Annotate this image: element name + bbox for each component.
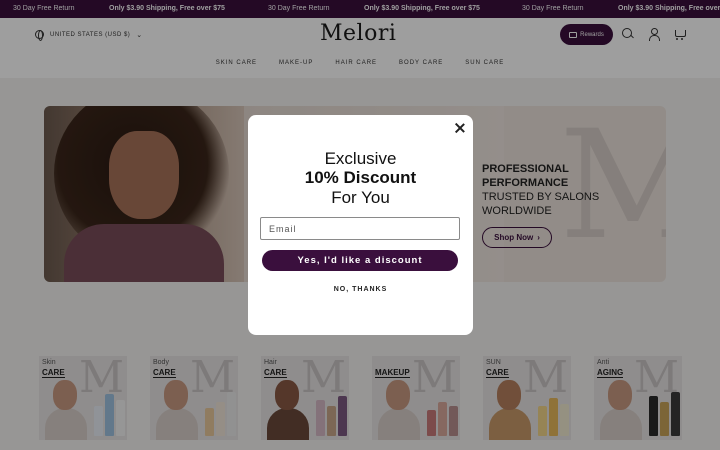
popup-heading-line3: For You: [331, 188, 390, 207]
popup-heading-line2: 10% Discount: [304, 168, 417, 187]
email-field[interactable]: [260, 217, 460, 240]
close-icon[interactable]: [454, 122, 466, 134]
discount-popup: Exclusive 10% Discount For You Yes, I'd …: [248, 115, 473, 335]
popup-heading-line1: Exclusive: [324, 149, 397, 168]
decline-button[interactable]: NO, THANKS: [248, 286, 473, 293]
accept-discount-button[interactable]: Yes, I'd like a discount: [262, 250, 458, 271]
